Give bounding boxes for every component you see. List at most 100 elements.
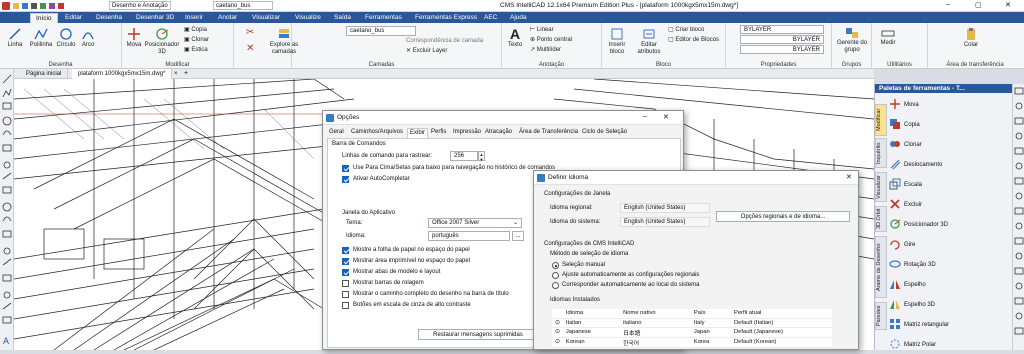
palette-item-copia[interactable]: Copia	[889, 117, 920, 134]
options-tab-caminhos[interactable]: Caminhos/Arquivos	[349, 128, 405, 137]
gerente-grupo-button[interactable]: Gerente do grupo	[834, 27, 870, 54]
copia-button[interactable]: ▣ Copia	[184, 26, 207, 34]
ribbon-tab-aec[interactable]: AEC	[479, 13, 502, 23]
title-layer-select[interactable]: caetano_bus	[213, 1, 273, 10]
restore-messages-button[interactable]: Restaurar mensagens suprimidas	[418, 329, 538, 340]
dim-linear-button[interactable]: ⊢ Linear	[530, 26, 554, 34]
new-tab-icon[interactable]: +	[184, 69, 188, 79]
options-tab-exibir[interactable]: Exibir	[407, 128, 429, 138]
options-tab-perfis[interactable]: Perfis	[429, 128, 448, 137]
ribbon-tab-visualize[interactable]: Visualize	[290, 13, 326, 23]
doc-tab-close-icon[interactable]: ×	[174, 69, 178, 79]
printable-area-checkbox[interactable]	[342, 258, 349, 265]
ribbon-tab-ferramentas-express[interactable]: Ferramentas Express	[410, 13, 482, 23]
palette-item-escala[interactable]: Escala	[889, 177, 922, 194]
mova-button[interactable]: Mova	[124, 27, 144, 49]
palette-item-mova[interactable]: Mova	[889, 97, 919, 114]
manual-selection-radio[interactable]	[552, 262, 559, 269]
linha-button[interactable]: Linha	[4, 27, 26, 49]
exclude-layer-button[interactable]: ✕ Excluir Layer	[406, 47, 447, 55]
left-tool-icons[interactable]: A	[0, 69, 14, 350]
palette-item-gire[interactable]: Gire	[889, 237, 915, 254]
paper-sheet-checkbox[interactable]	[342, 247, 349, 254]
options-tab-impressao[interactable]: Impressão	[451, 128, 483, 137]
layer-select[interactable]: caetano_bus	[346, 26, 416, 36]
idioma-browse-button[interactable]: ...	[512, 231, 524, 241]
doc-tab-home[interactable]: Página inicial	[20, 69, 69, 79]
posicionador-3d-button[interactable]: Posicionador 3D	[144, 27, 180, 56]
table-row[interactable]: ⊙ Korean 한국어 Korea Default (Korean)	[552, 337, 832, 348]
options-tab-atracacao[interactable]: Atracação	[483, 128, 514, 137]
delete-x-icon[interactable]: ✕	[246, 43, 254, 54]
inserir-bloco-button[interactable]: Inserir bloco	[604, 27, 630, 56]
palette-item-rotacao-3d[interactable]: Rotação 3D	[889, 257, 936, 274]
palette-tab-modificar[interactable]: Modificar	[875, 104, 887, 136]
options-tab-area-transferencia[interactable]: Área de Transferência	[517, 128, 580, 137]
estica-button[interactable]: ▣ Estica	[184, 46, 208, 54]
palette-tab-inquerito[interactable]: Inquérito	[875, 138, 887, 168]
regional-options-button[interactable]: Opções regionais e de idioma...	[716, 211, 850, 222]
full-path-checkbox[interactable]	[342, 291, 349, 298]
table-row[interactable]: ⊙ Japanese 日本語 Japan Default (Japanese)	[552, 327, 832, 338]
language-close-button[interactable]: ✕	[846, 173, 852, 181]
color-select[interactable]: BYLAYER	[740, 25, 824, 34]
autocomplete-checkbox[interactable]	[342, 176, 349, 183]
doc-tab-drawing[interactable]: plataform 1000kgx5mx15m.dwg*	[72, 69, 173, 79]
scissors-icon[interactable]: ✂	[246, 27, 254, 38]
lineweight-select[interactable]: BYLAYER	[740, 45, 824, 54]
quick-access-toolbar[interactable]	[12, 2, 72, 10]
colar-button[interactable]: Colar	[958, 27, 984, 49]
arco-button[interactable]: Arco	[78, 27, 98, 49]
ribbon-tab-desenhar-3d[interactable]: Desenhar 3D	[131, 13, 179, 23]
cmd-lines-spinner[interactable]: ▲ ▼	[478, 151, 485, 162]
texto-button[interactable]: A Texto	[504, 27, 526, 49]
palette-tab-visualizar[interactable]: Visualizar	[875, 172, 887, 202]
ribbon-tab-saida[interactable]: Saída	[329, 13, 356, 23]
maximize-button[interactable]: ▢	[975, 1, 982, 9]
workspace-select[interactable]: Desenho e Anotação	[109, 1, 171, 10]
history-nav-checkbox[interactable]	[342, 165, 349, 172]
tema-select[interactable]: Office 2007 Silver ⌄	[428, 218, 522, 228]
criar-bloco-button[interactable]: ▢ Criar bloco	[668, 26, 704, 34]
palette-tab-arame-desenho[interactable]: Arame de Desenho	[875, 236, 887, 298]
dim-center-button[interactable]: ⊕ Ponto central	[530, 36, 572, 44]
clonar-button[interactable]: ▣ Clonar	[184, 36, 209, 44]
explore-camadas-button[interactable]: Explore as camadas	[266, 27, 302, 56]
palette-item-clonar[interactable]: Clonar	[889, 137, 922, 154]
editor-blocos-button[interactable]: ▢ Editor de Blocos	[668, 36, 719, 44]
ribbon-tab-editar[interactable]: Editar	[60, 13, 87, 23]
close-button[interactable]: ✕	[1005, 1, 1011, 9]
linetype-select[interactable]: BYLAYER	[740, 35, 824, 44]
options-close-button[interactable]: ✕	[663, 113, 669, 121]
palette-item-espelho-3d[interactable]: Espelho 3D	[889, 297, 935, 314]
palette-item-matriz-retangular[interactable]: Matriz retangular	[889, 317, 949, 334]
col-pais[interactable]: País	[690, 309, 731, 319]
table-row[interactable]: ⊙ Italian italiano Italy Default (Italian)	[552, 318, 832, 328]
minimize-button[interactable]: –	[946, 1, 950, 8]
auto-regional-radio[interactable]	[552, 272, 559, 279]
col-nome-nativo[interactable]: Nome nativo	[620, 309, 691, 319]
options-tab-ciclo-selecao[interactable]: Ciclo de Seleção	[580, 128, 629, 137]
medir-button[interactable]: Medir	[876, 27, 900, 47]
multileader-button[interactable]: ↗ Multilíder	[530, 46, 561, 54]
palette-item-espelho[interactable]: Espelho	[889, 277, 926, 294]
ribbon-tab-inserir[interactable]: Inserir	[180, 13, 208, 23]
auto-system-radio[interactable]	[552, 282, 559, 289]
high-contrast-checkbox[interactable]	[342, 302, 349, 309]
circulo-button[interactable]: Círculo	[55, 27, 77, 49]
col-perfil-atual[interactable]: Perfil atual	[730, 309, 832, 319]
options-tab-geral[interactable]: Geral	[327, 128, 346, 137]
ribbon-tab-visualizar[interactable]: Visualizar	[247, 13, 285, 23]
palette-tab-paredes[interactable]: Paredes	[875, 302, 887, 330]
palette-item-matriz-polar[interactable]: Matriz Polar	[889, 337, 936, 354]
ribbon-tab-ferramentas[interactable]: Ferramentas	[360, 13, 407, 23]
ribbon-tab-desenha[interactable]: Desenha	[91, 13, 127, 23]
right-tool-icons[interactable]	[1013, 84, 1024, 350]
editar-atributos-button[interactable]: Editar atributos	[632, 27, 666, 56]
scrollbars-checkbox[interactable]	[342, 280, 349, 287]
col-idioma[interactable]: Idioma	[562, 309, 621, 319]
options-minimize-button[interactable]: –	[643, 113, 647, 120]
ribbon-tab-anotar[interactable]: Anotar	[213, 13, 242, 23]
layout-tabs-checkbox[interactable]	[342, 269, 349, 276]
match-layer-button[interactable]: Correspondência de camada	[406, 37, 483, 45]
